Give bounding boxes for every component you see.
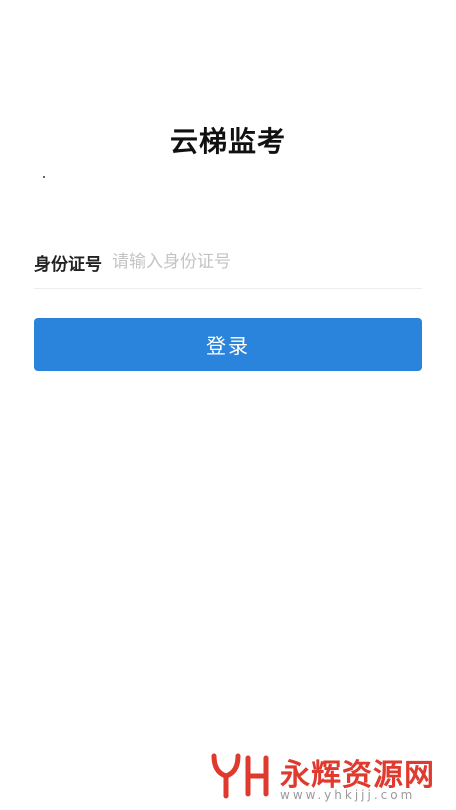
app-title: 云梯监考 [169,125,286,158]
id-number-label: 身份证号 [34,254,102,275]
id-number-input[interactable] [112,252,422,272]
login-button[interactable]: 登录 [34,318,422,371]
decorative-dot [43,176,45,178]
id-number-row: 身份证号 [34,236,422,289]
login-screen: 云梯监考 身份证号 登录 永辉资源网 www.yhkjjj.com [0,0,456,810]
yh-logo-icon [211,753,269,799]
watermark-url: www.yhkjjj.com [280,788,416,802]
watermark: 永辉资源网 www.yhkjjj.com [208,750,438,805]
